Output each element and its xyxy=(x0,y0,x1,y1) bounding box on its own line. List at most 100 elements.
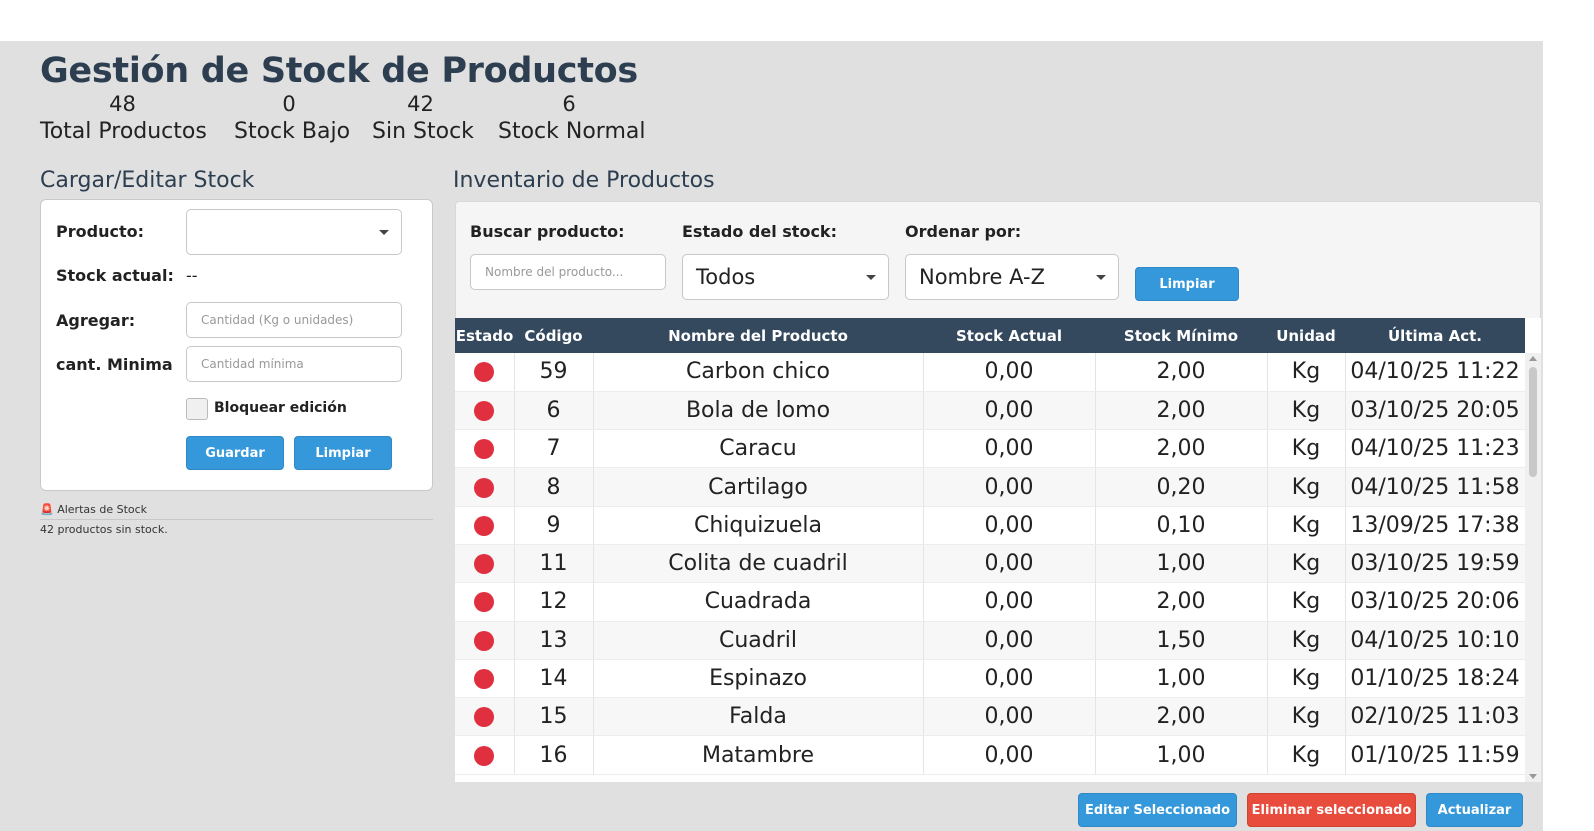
refresh-button[interactable]: Actualizar xyxy=(1426,793,1523,827)
stock-alerts: 🚨 Alertas de Stock 42 productos sin stoc… xyxy=(40,503,433,536)
cell-code: 6 xyxy=(514,391,594,431)
min-quantity-input[interactable]: Cantidad mínima xyxy=(186,346,402,382)
table-row[interactable]: 6 Bola de lomo 0,00 2,00 Kg 03/10/25 20:05 xyxy=(455,391,1526,431)
sort-label: Ordenar por: xyxy=(905,222,1022,241)
table-scrollbar[interactable] xyxy=(1525,353,1541,782)
cell-updated: 04/10/25 10:10 xyxy=(1345,621,1526,660)
table-row[interactable]: 15 Falda 0,00 2,00 Kg 02/10/25 11:03 xyxy=(455,697,1526,737)
cell-stock: 0,00 xyxy=(923,735,1096,775)
cell-name: Cuadrada xyxy=(593,582,924,622)
status-dot-icon xyxy=(474,707,495,728)
table-row[interactable]: 8 Cartilago 0,00 0,20 Kg 04/10/25 11:58 xyxy=(455,467,1526,507)
cell-unit: Kg xyxy=(1267,697,1346,737)
column-header-min[interactable]: Stock Mínimo xyxy=(1095,318,1267,353)
product-select[interactable] xyxy=(186,209,402,255)
search-label: Buscar producto: xyxy=(470,222,625,241)
column-header-updated[interactable]: Última Act. xyxy=(1345,318,1525,353)
alerts-header: 🚨 Alertas de Stock xyxy=(40,503,433,520)
table-row[interactable]: 59 Carbon chico 0,00 2,00 Kg 04/10/25 11:22 xyxy=(455,353,1526,392)
cell-name: Espinazo xyxy=(593,659,924,699)
cell-name: Chiquizuela xyxy=(593,506,924,545)
cell-code: 11 xyxy=(514,544,594,584)
status-dot-icon xyxy=(474,400,495,421)
chevron-down-icon xyxy=(379,230,389,235)
add-quantity-input[interactable]: Cantidad (Kg o unidades) xyxy=(186,302,402,338)
stat-value: 48 xyxy=(109,92,136,116)
column-header-stock[interactable]: Stock Actual xyxy=(923,318,1095,353)
status-dot-icon xyxy=(474,745,495,766)
cell-updated: 03/10/25 20:06 xyxy=(1345,582,1526,622)
scroll-down-icon[interactable] xyxy=(1529,774,1537,779)
cell-stock: 0,00 xyxy=(923,697,1096,737)
status-dot-icon xyxy=(474,362,495,383)
stat-normal-stock: 6 Stock Normal xyxy=(498,91,646,147)
table-row[interactable]: 13 Cuadril 0,00 1,50 Kg 04/10/25 10:10 xyxy=(455,621,1526,660)
table-header-row: Estado Código Nombre del Producto Stock … xyxy=(455,318,1525,353)
table-row[interactable]: 16 Matambre 0,00 1,00 Kg 01/10/25 11:59 xyxy=(455,735,1526,775)
column-header-unit[interactable]: Unidad xyxy=(1267,318,1345,353)
cell-min: 2,00 xyxy=(1095,391,1268,431)
column-header-status[interactable]: Estado xyxy=(455,318,514,353)
cell-min: 1,00 xyxy=(1095,735,1268,775)
status-filter-label: Estado del stock: xyxy=(682,222,837,241)
stat-value: 42 xyxy=(407,92,434,116)
column-header-name[interactable]: Nombre del Producto xyxy=(593,318,923,353)
cell-stock: 0,00 xyxy=(923,467,1096,507)
cell-unit: Kg xyxy=(1267,467,1346,507)
stat-label: Stock Bajo xyxy=(234,119,351,144)
status-dot-icon xyxy=(474,439,495,460)
table-row[interactable]: 11 Colita de cuadril 0,00 1,00 Kg 03/10/25 19… xyxy=(455,544,1526,584)
cell-stock: 0,00 xyxy=(923,429,1096,469)
stat-label: Stock Normal xyxy=(498,119,646,144)
edit-selected-button[interactable]: Editar Seleccionado xyxy=(1078,793,1237,827)
lock-edit-checkbox[interactable] xyxy=(186,398,208,420)
stat-low-stock: 0 Stock Bajo xyxy=(234,91,351,147)
cell-code: 59 xyxy=(514,353,594,392)
scroll-up-icon[interactable] xyxy=(1529,356,1537,361)
status-dot-icon xyxy=(474,477,495,498)
table-row[interactable]: 7 Caracu 0,00 2,00 Kg 04/10/25 11:23 xyxy=(455,429,1526,469)
cell-min: 2,00 xyxy=(1095,429,1268,469)
cell-status xyxy=(455,353,515,392)
cell-code: 14 xyxy=(514,659,594,699)
stat-value: 0 xyxy=(282,92,296,116)
cell-updated: 04/10/25 11:22 xyxy=(1345,353,1526,392)
delete-selected-button[interactable]: Eliminar seleccionado xyxy=(1247,793,1416,827)
search-input[interactable]: Nombre del producto... xyxy=(470,254,666,290)
table-row[interactable]: 14 Espinazo 0,00 1,00 Kg 01/10/25 18:24 xyxy=(455,659,1526,699)
cell-status xyxy=(455,621,515,660)
sort-value: Nombre A-Z xyxy=(919,265,1045,289)
scrollbar-thumb[interactable] xyxy=(1529,367,1537,477)
cell-min: 2,00 xyxy=(1095,582,1268,622)
inventory-section-title: Inventario de Productos xyxy=(453,168,715,193)
stat-total-products: 48 Total Productos xyxy=(40,91,207,147)
cell-code: 9 xyxy=(514,506,594,545)
cell-stock: 0,00 xyxy=(923,506,1096,545)
save-button[interactable]: Guardar xyxy=(186,436,284,470)
cell-min: 1,00 xyxy=(1095,659,1268,699)
cell-status xyxy=(455,391,515,431)
clear-form-button[interactable]: Limpiar xyxy=(294,436,392,470)
cell-stock: 0,00 xyxy=(923,659,1096,699)
cell-unit: Kg xyxy=(1267,621,1346,660)
stat-label: Sin Stock xyxy=(372,119,474,144)
column-header-code[interactable]: Código xyxy=(514,318,593,353)
cell-updated: 03/10/25 19:59 xyxy=(1345,544,1526,584)
cell-name: Bola de lomo xyxy=(593,391,924,431)
table-row[interactable]: 12 Cuadrada 0,00 2,00 Kg 03/10/25 20:06 xyxy=(455,582,1526,622)
sort-select[interactable]: Nombre A-Z xyxy=(905,254,1119,300)
status-dot-icon xyxy=(474,592,495,613)
cell-unit: Kg xyxy=(1267,659,1346,699)
status-filter-value: Todos xyxy=(696,265,756,289)
stock-value: -- xyxy=(186,266,198,285)
cell-stock: 0,00 xyxy=(923,391,1096,431)
cell-name: Colita de cuadril xyxy=(593,544,924,584)
stock-label: Stock actual: xyxy=(56,266,174,285)
status-filter-select[interactable]: Todos xyxy=(682,254,889,300)
clear-filters-button[interactable]: Limpiar xyxy=(1135,267,1239,301)
cell-status xyxy=(455,697,515,737)
cell-name: Carbon chico xyxy=(593,353,924,392)
cell-code: 12 xyxy=(514,582,594,622)
table-row[interactable]: 9 Chiquizuela 0,00 0,10 Kg 13/09/25 17:38 xyxy=(455,506,1526,545)
cell-min: 2,00 xyxy=(1095,353,1268,392)
